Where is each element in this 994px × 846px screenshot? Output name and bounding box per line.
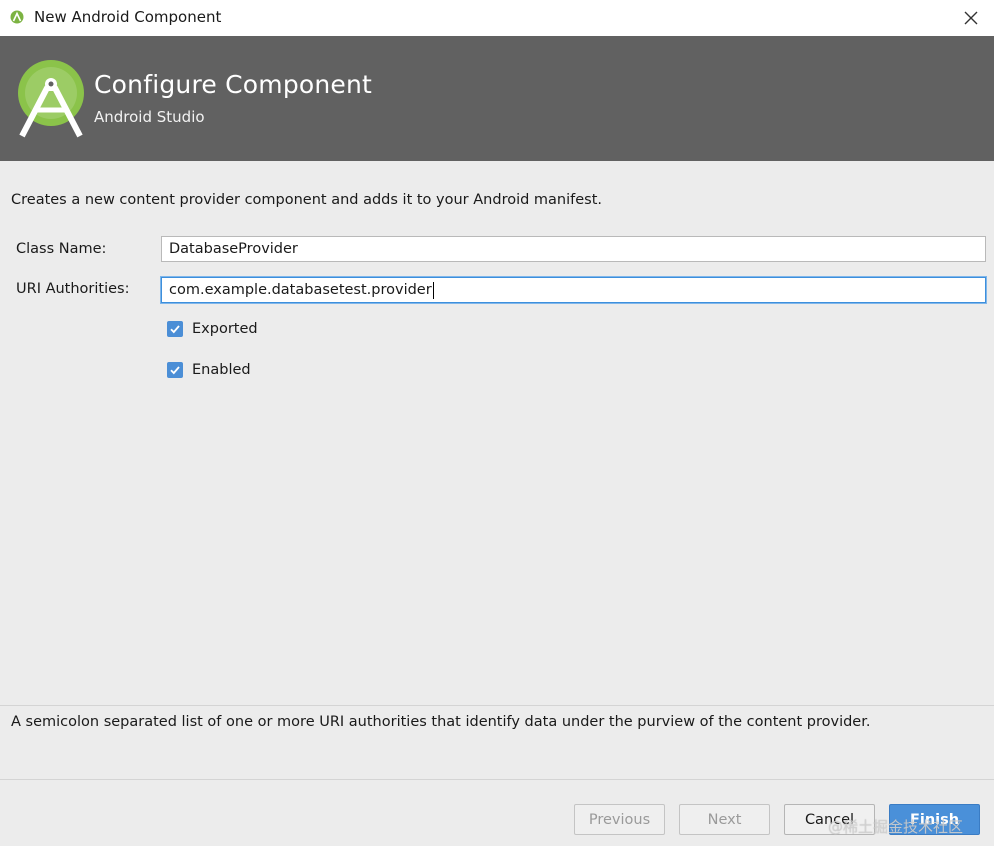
android-studio-icon: [10, 10, 24, 24]
header-banner: Configure Component Android Studio: [0, 36, 994, 161]
exported-checkbox[interactable]: [167, 321, 183, 337]
class-name-value: DatabaseProvider: [169, 241, 298, 257]
close-button[interactable]: [948, 0, 994, 36]
close-icon: [964, 11, 978, 25]
exported-checkbox-row[interactable]: Exported: [167, 321, 258, 337]
uri-authorities-label: URI Authorities:: [16, 281, 130, 297]
exported-label: Exported: [192, 321, 258, 337]
help-text: A semicolon separated list of one or mor…: [11, 714, 871, 730]
class-name-label: Class Name:: [16, 241, 107, 257]
text-caret: [432, 281, 434, 299]
class-name-field[interactable]: DatabaseProvider: [161, 236, 986, 262]
help-separator: [0, 705, 994, 706]
watermark: @稀土掘金技术社区: [828, 818, 964, 836]
footer-separator: [0, 779, 994, 780]
uri-authorities-value: com.example.databasetest.provider: [169, 282, 432, 298]
component-description: Creates a new content provider component…: [11, 192, 603, 208]
enabled-checkbox[interactable]: [167, 362, 183, 378]
page-subheading: Android Studio: [94, 108, 205, 126]
android-studio-logo: [18, 60, 84, 138]
window-titlebar: New Android Component: [0, 0, 994, 36]
next-button[interactable]: Next: [679, 804, 770, 835]
uri-authorities-field[interactable]: com.example.databasetest.provider: [161, 277, 986, 303]
previous-button[interactable]: Previous: [574, 804, 665, 835]
enabled-label: Enabled: [192, 362, 251, 378]
enabled-checkbox-row[interactable]: Enabled: [167, 362, 251, 378]
checkmark-icon: [170, 366, 180, 375]
checkmark-icon: [170, 325, 180, 334]
page-heading: Configure Component: [94, 70, 373, 99]
window-title: New Android Component: [34, 8, 222, 26]
